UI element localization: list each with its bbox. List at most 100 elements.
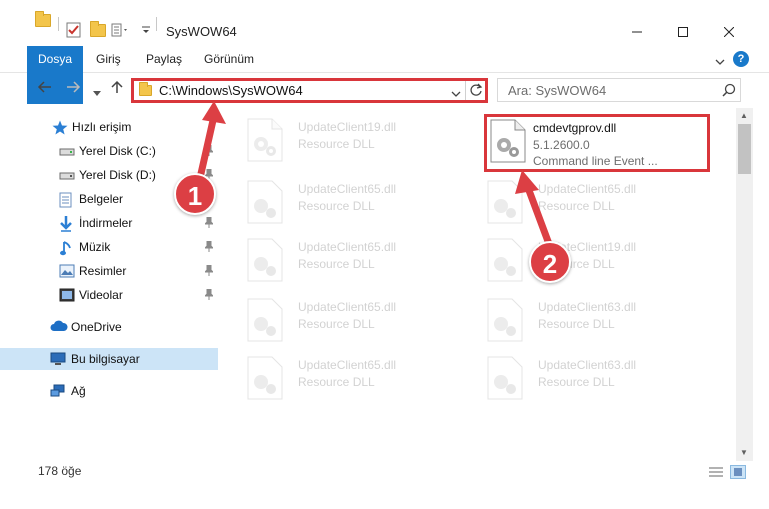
scroll-down-icon[interactable]: ▼: [740, 448, 748, 457]
sidebar-item-music[interactable]: Müzik: [0, 236, 218, 258]
sidebar-item-videos[interactable]: Videolar: [0, 284, 218, 306]
bottom-strip: [0, 484, 769, 509]
details-view-icon[interactable]: [708, 465, 724, 479]
vertical-scrollbar[interactable]: ▲ ▼: [736, 108, 753, 461]
cloud-icon: [50, 320, 68, 334]
large-icons-view-icon[interactable]: [730, 465, 746, 479]
file-description: Resource DLL: [298, 375, 375, 389]
file-tile[interactable]: UpdateClient65.dll Resource DLL: [236, 176, 466, 234]
dll-file-icon: [246, 118, 284, 162]
file-description: Resource DLL: [298, 317, 375, 331]
file-tile[interactable]: UpdateClient19.dll Resource DLL: [476, 234, 706, 292]
file-tile-highlighted[interactable]: cmdevtgprov.dll 5.1.2600.0 Command line …: [484, 114, 710, 172]
callout-2: 2: [529, 241, 571, 283]
sidebar-item-label: Bu bilgisayar: [71, 352, 140, 366]
file-name: UpdateClient65.dll: [298, 300, 397, 314]
scroll-up-icon[interactable]: ▲: [740, 111, 748, 120]
music-icon: [60, 240, 76, 256]
file-description: Resource DLL: [298, 199, 375, 213]
pictures-icon: [59, 264, 75, 278]
tab-share[interactable]: Paylaş: [146, 46, 182, 73]
sidebar-item-label: Belgeler: [79, 192, 124, 206]
file-name: UpdateClient65.dll: [298, 358, 397, 372]
divider: [58, 17, 59, 31]
scrollbar-thumb[interactable]: [738, 124, 751, 174]
recent-locations-icon[interactable]: [93, 84, 101, 101]
callout-1: 1: [174, 173, 216, 215]
customize-toolbar-icon[interactable]: [141, 25, 151, 35]
dll-file-icon: [246, 356, 284, 400]
divider: [156, 17, 157, 31]
file-tile[interactable]: UpdateClient65.dll Resource DLL: [236, 294, 466, 352]
view-options-icon[interactable]: [111, 22, 131, 38]
minimize-icon[interactable]: [614, 18, 660, 46]
dll-file-icon: [246, 238, 284, 282]
back-icon[interactable]: [37, 80, 53, 98]
maximize-icon[interactable]: [660, 18, 706, 46]
sidebar-item-label: Resimler: [79, 264, 127, 278]
close-icon[interactable]: [706, 18, 752, 46]
expand-ribbon-icon[interactable]: [715, 55, 725, 69]
videos-icon: [59, 288, 75, 302]
sidebar-item-label: Müzik: [79, 240, 111, 254]
divider: [465, 81, 466, 100]
file-description: Resource DLL: [538, 317, 615, 331]
dll-file-icon: [486, 298, 524, 342]
dll-file-icon: [246, 180, 284, 224]
dll-file-icon: [486, 180, 524, 224]
window-title: SysWOW64: [166, 24, 237, 39]
pin-icon: [203, 240, 215, 252]
sidebar-item-onedrive[interactable]: OneDrive: [0, 316, 218, 338]
navigation-bar: C:\Windows\SysWOW64 Ara: SysWOW64: [0, 74, 769, 106]
dll-file-icon: [486, 238, 524, 282]
address-dropdown-icon[interactable]: [451, 87, 461, 101]
sidebar-item-label: İndirmeler: [79, 216, 133, 230]
sidebar-item-quick-access[interactable]: Hızlı erişim: [0, 116, 218, 138]
sidebar-item-label: Yerel Disk (C:): [79, 144, 156, 158]
file-description: Resource DLL: [538, 375, 615, 389]
search-icon[interactable]: [722, 83, 736, 100]
sidebar-item-downloads[interactable]: İndirmeler: [0, 212, 218, 234]
sidebar-item-label: Hızlı erişim: [72, 120, 132, 134]
address-bar[interactable]: C:\Windows\SysWOW64: [131, 78, 488, 103]
file-version: 5.1.2600.0: [533, 138, 590, 152]
file-name: UpdateClient65.dll: [298, 182, 397, 196]
up-icon[interactable]: [110, 80, 124, 98]
sidebar-item-pictures[interactable]: Resimler: [0, 260, 218, 282]
refresh-icon[interactable]: [469, 83, 483, 100]
file-tile[interactable]: UpdateClient65.dll Resource DLL: [236, 234, 466, 292]
sidebar-item-network[interactable]: Ağ: [0, 380, 218, 402]
new-folder-icon[interactable]: [90, 21, 106, 37]
file-tile[interactable]: UpdateClient63.dll Resource DLL: [476, 352, 706, 410]
network-icon: [50, 384, 66, 398]
properties-icon[interactable]: [66, 22, 82, 38]
ribbon-tabs: Dosya Giriş Paylaş Görünüm ?: [0, 46, 769, 104]
tab-home[interactable]: Giriş: [96, 46, 121, 73]
folder-icon: [35, 11, 51, 27]
file-tile[interactable]: UpdateClient65.dll Resource DLL: [236, 352, 466, 410]
sidebar-item-label: Videolar: [79, 288, 123, 302]
help-icon[interactable]: ?: [733, 51, 749, 67]
file-description: Resource DLL: [298, 257, 375, 271]
search-input[interactable]: Ara: SysWOW64: [497, 78, 741, 102]
file-tile[interactable]: UpdateClient63.dll Resource DLL: [476, 294, 706, 352]
file-tile[interactable]: UpdateClient65.dll Resource DLL: [476, 176, 706, 234]
download-icon: [60, 216, 76, 232]
tab-view[interactable]: Görünüm: [204, 46, 254, 73]
file-name: UpdateClient63.dll: [538, 300, 637, 314]
forward-icon[interactable]: [65, 80, 81, 98]
file-name: UpdateClient63.dll: [538, 358, 637, 372]
drive-icon: [59, 168, 75, 182]
dll-file-icon: [246, 298, 284, 342]
status-bar: 178 öğe: [0, 460, 769, 484]
sidebar-item-this-pc[interactable]: Bu bilgisayar: [0, 348, 218, 370]
pin-icon: [203, 144, 215, 156]
sidebar-item-label: OneDrive: [71, 320, 122, 334]
file-tile[interactable]: UpdateClient19.dll Resource DLL: [236, 114, 466, 172]
pin-icon: [203, 264, 215, 276]
file-name: UpdateClient19.dll: [298, 120, 397, 134]
address-path[interactable]: C:\Windows\SysWOW64: [159, 83, 303, 98]
sidebar-item-local-disk-c[interactable]: Yerel Disk (C:): [0, 140, 218, 162]
file-name: UpdateClient65.dll: [298, 240, 397, 254]
sidebar-item-label: Yerel Disk (D:): [79, 168, 156, 182]
